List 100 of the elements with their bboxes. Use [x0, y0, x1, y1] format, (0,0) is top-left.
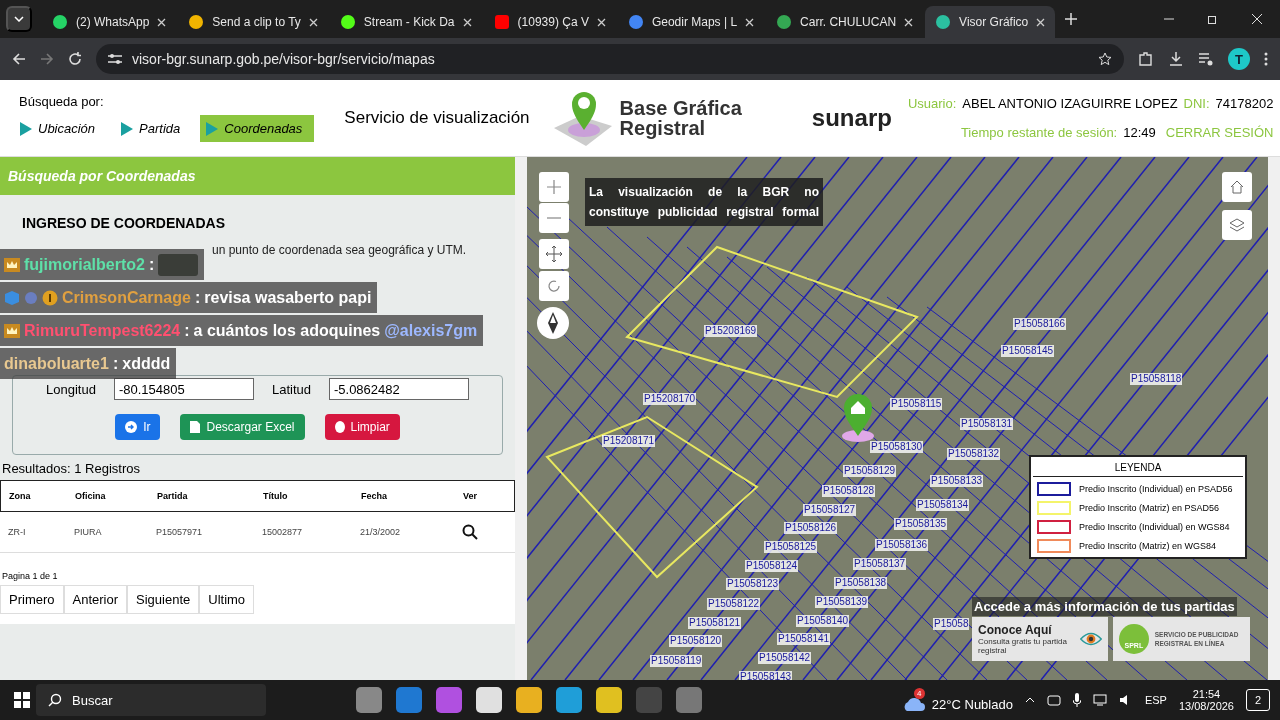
taskbar-app-icon[interactable] — [396, 687, 422, 713]
weather-badge: 4 — [913, 688, 925, 699]
legend-label: Predio Inscrito (Individual) en PSAD56 — [1079, 484, 1233, 494]
profile-avatar[interactable]: T — [1228, 48, 1250, 70]
media-icon[interactable] — [1198, 51, 1214, 67]
taskbar-app-icon[interactable] — [436, 687, 462, 713]
table-cell-text: 21/3/2002 — [360, 527, 402, 537]
go-button[interactable]: Ir — [115, 414, 161, 440]
address-bar[interactable]: visor-bgr.sunarp.gob.pe/visor-bgr/servicio/mapas — [96, 44, 1124, 74]
browser-tab[interactable]: Send a clip to Ty — [178, 6, 328, 38]
restore-icon[interactable] — [1208, 14, 1218, 24]
rotate-button[interactable] — [539, 271, 569, 301]
taskbar-app-icon[interactable] — [476, 687, 502, 713]
logo-text: Base Gráfica — [619, 98, 742, 118]
taskbar-app-icon[interactable] — [596, 687, 622, 713]
parcel-label: P15058139 — [815, 596, 869, 608]
hint-text: un punto de coordenada sea geográfica y UTM. — [211, 242, 468, 257]
pager-button[interactable]: Siguiente — [127, 585, 200, 614]
microphone-icon[interactable] — [1072, 693, 1081, 707]
parcel-label: P15058120 — [669, 635, 723, 647]
browser-tab[interactable]: Stream - Kick Da — [329, 6, 482, 38]
search-mode-tab[interactable]: Partida — [115, 115, 193, 142]
browser-tab[interactable]: Geodir Maps | L — [617, 6, 765, 38]
notification-button[interactable]: 2 — [1246, 689, 1270, 711]
search-mode-tab[interactable]: Ubicación — [14, 115, 108, 142]
close-icon[interactable] — [308, 17, 318, 27]
chat-message: fujimorialberto2 : — [0, 249, 205, 280]
triangle-icon — [20, 121, 32, 136]
parcel-label: P15058141 — [777, 633, 831, 645]
layers-button[interactable] — [1222, 210, 1252, 240]
taskbar-app-icon[interactable] — [516, 687, 542, 713]
new-tab-icon[interactable] — [1065, 13, 1078, 25]
excel-button[interactable]: Descargar Excel — [180, 414, 305, 440]
clock-time[interactable]: 21:54 — [1192, 688, 1221, 700]
coordinate-field[interactable]: -5.0862482 — [328, 378, 469, 400]
taskbar-app-icon[interactable] — [556, 687, 582, 713]
windows-start-icon[interactable] — [14, 692, 30, 708]
legend-label: Predio Inscrito (Matriz) en PSAD56 — [1079, 503, 1220, 513]
close-icon[interactable] — [157, 17, 167, 27]
house-pin-icon[interactable] — [840, 392, 876, 442]
browser-tab[interactable]: (2) WhatsApp — [42, 6, 177, 38]
close-icon[interactable] — [1252, 14, 1262, 24]
house-icon — [1230, 180, 1244, 194]
chat-message: RimuruTempest6224 : a cuántos los adoquines @alexis7gm — [0, 315, 484, 346]
taskbar-app-icon[interactable] — [676, 687, 702, 713]
search-icon[interactable] — [462, 524, 478, 540]
compass-button[interactable] — [537, 307, 569, 339]
coordinate-field[interactable]: -80.154805 — [113, 378, 254, 400]
browser-tab[interactable]: Visor Gráfico — [925, 6, 1056, 38]
close-icon[interactable] — [1036, 17, 1046, 27]
minus-icon — [547, 217, 561, 219]
pager-button[interactable]: Anterior — [63, 585, 128, 614]
browser-tab[interactable]: (10939) Ça V — [483, 6, 616, 38]
scrollbar[interactable] — [1268, 157, 1280, 680]
arrow-circle-icon — [125, 421, 138, 433]
pager-button[interactable]: Ultimo — [199, 585, 255, 614]
close-icon[interactable] — [462, 17, 472, 27]
weather-widget[interactable]: 4 22°C Nublado — [901, 688, 1013, 712]
tab-list-button[interactable] — [6, 6, 32, 32]
search-mode-tab[interactable]: Coordenadas — [200, 115, 315, 142]
site-settings-icon[interactable] — [108, 53, 122, 65]
column-header: Partida — [157, 491, 189, 501]
extensions-icon[interactable] — [1138, 51, 1154, 67]
star-icon[interactable] — [1098, 52, 1112, 66]
clear-button[interactable]: Limpiar — [324, 414, 400, 440]
triangle-icon — [206, 121, 219, 136]
results-summary: Resultados: 1 Registros — [1, 460, 141, 478]
download-icon[interactable] — [1168, 51, 1184, 67]
promo-card[interactable]: Conoce Aquí Consulta gratis tu partida registral — [972, 617, 1108, 661]
back-icon[interactable] — [12, 52, 26, 66]
reload-icon[interactable] — [68, 52, 82, 66]
dni-value: 74178202 — [1215, 96, 1274, 111]
search-icon — [48, 693, 62, 707]
service-title: Servicio de visualización — [344, 108, 530, 128]
pan-button[interactable] — [539, 239, 569, 269]
parcel-label: P15208170 — [643, 393, 697, 405]
taskbar-app-icon[interactable] — [356, 687, 382, 713]
pager-button[interactable]: Primero — [0, 585, 64, 614]
parcel-label: P15058121 — [688, 617, 742, 629]
close-icon[interactable] — [904, 17, 914, 27]
close-icon[interactable] — [596, 17, 606, 27]
chevron-up-icon[interactable] — [1024, 697, 1035, 703]
browser-tab[interactable]: Carr. CHULUCAN — [766, 6, 924, 38]
menu-icon[interactable] — [1264, 52, 1268, 66]
chat-message: CrimsonCarnage : revisa wasaberto papi — [0, 282, 378, 313]
parcel-label: P15058 — [933, 618, 970, 630]
promo-card-title: Conoce Aquí — [978, 623, 1053, 637]
taskbar-search[interactable]: Buscar — [36, 684, 266, 716]
dni-label: DNI: — [1183, 96, 1210, 111]
table-cell-text: P15057971 — [156, 527, 204, 537]
network-icon[interactable] — [1092, 694, 1107, 706]
parcel-label: P15058135 — [894, 518, 948, 530]
forward-icon[interactable] — [40, 52, 54, 66]
close-icon[interactable] — [745, 17, 755, 27]
satellite-map[interactable] — [527, 157, 1268, 680]
clock-date[interactable]: 13/08/2026 — [1178, 700, 1234, 712]
parcel-label: P15058142 — [758, 652, 812, 664]
camera-icon[interactable] — [1046, 694, 1061, 706]
logo-text: Registral — [619, 118, 707, 138]
language-indicator[interactable]: ESP — [1144, 694, 1167, 706]
